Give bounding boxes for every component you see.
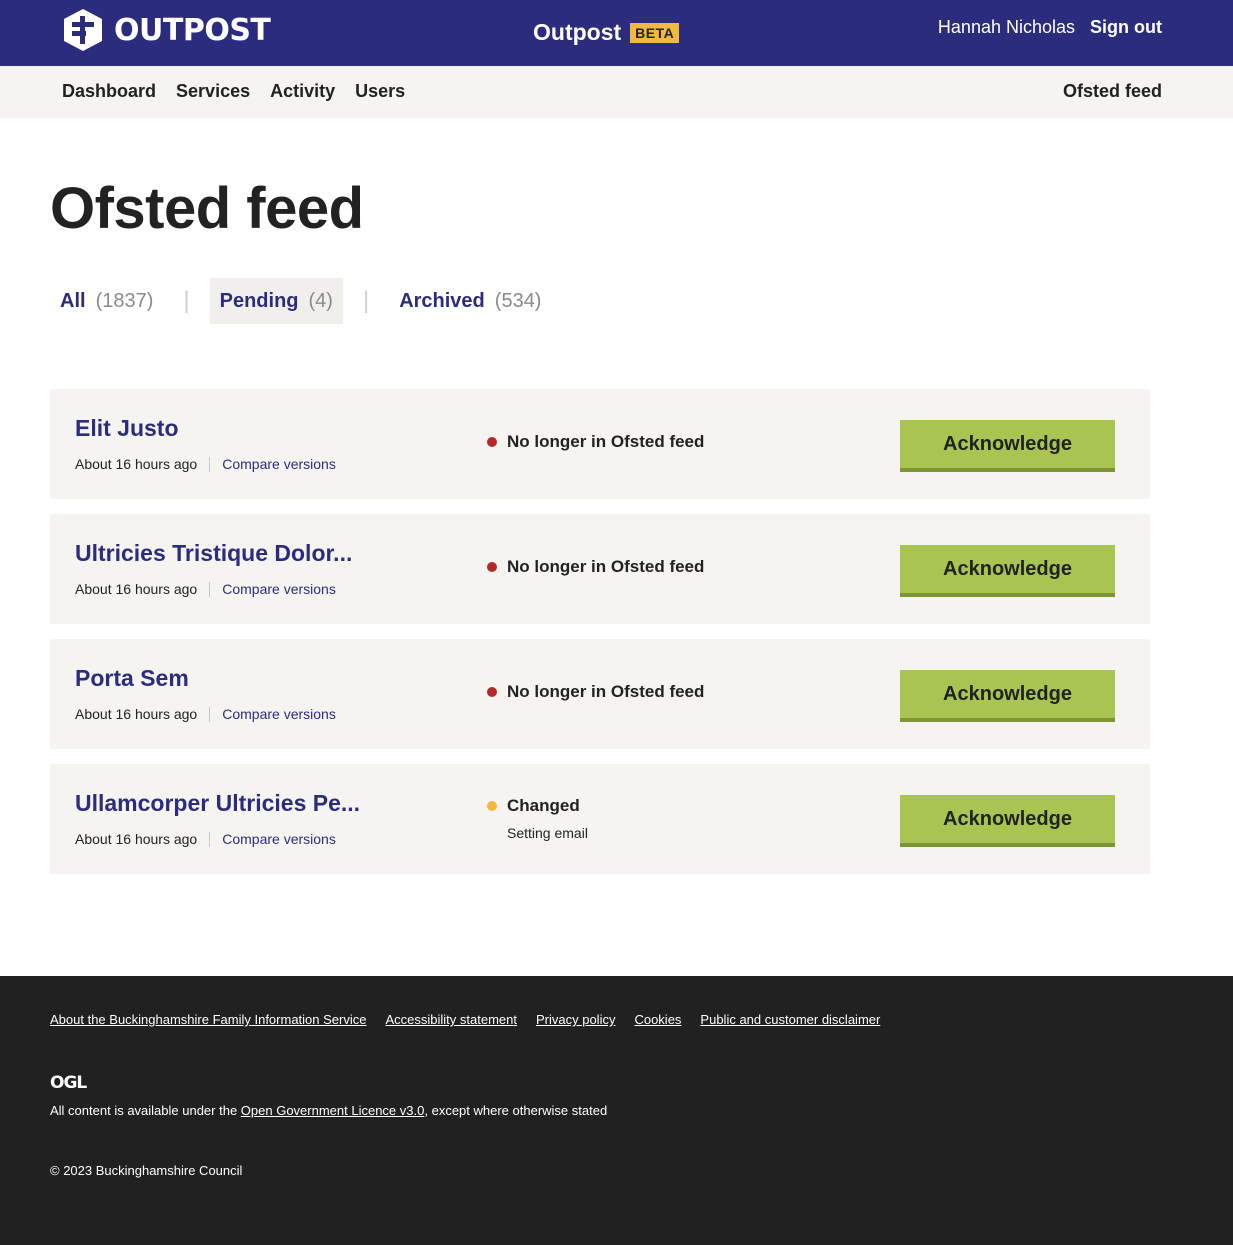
licence-text: All content is available under the Open … (50, 1103, 607, 1118)
primary-nav: Dashboard Services Activity Users Ofsted… (0, 66, 1233, 118)
footer-link-about[interactable]: About the Buckinghamshire Family Informa… (50, 1012, 366, 1027)
item-timestamp: About 16 hours ago (75, 706, 198, 722)
footer-link-cookies[interactable]: Cookies (634, 1012, 681, 1027)
compare-versions-link[interactable]: Compare versions (222, 831, 336, 847)
status-dot-icon (487, 562, 497, 572)
open-government-licence-link[interactable]: Open Government Licence v3.0 (241, 1103, 425, 1118)
footer-link-accessibility[interactable]: Accessibility statement (385, 1012, 517, 1027)
item-meta: About 16 hours ago Compare versions (75, 581, 336, 597)
status-text: No longer in Ofsted feed (507, 557, 705, 576)
tab-count: (4) (308, 289, 333, 312)
acknowledge-button[interactable]: Acknowledge (900, 545, 1115, 597)
outpost-logo[interactable]: OUTPOST (62, 8, 271, 52)
status-indicator: No longer in Ofsted feed (487, 432, 704, 452)
tab-label: All (60, 289, 86, 312)
tab-label: Pending (219, 289, 299, 312)
status-indicator: No longer in Ofsted feed (487, 682, 704, 702)
copyright: © 2023 Buckinghamshire Council (50, 1163, 243, 1178)
user-menu: Hannah Nicholas Sign out (938, 17, 1162, 38)
status-dot-icon (487, 437, 497, 447)
status-text: No longer in Ofsted feed (507, 432, 705, 451)
divider (209, 831, 211, 847)
site-header: OUTPOST Outpost BETA Hannah Nicholas Sig… (0, 0, 1233, 66)
tab-all[interactable]: All (1837) (50, 278, 163, 324)
tab-divider: | (183, 287, 190, 314)
list-item: Elit Justo About 16 hours ago Compare ve… (50, 389, 1150, 499)
divider (209, 706, 211, 722)
nav-item-activity[interactable]: Activity (270, 81, 335, 102)
status-text: Changed (507, 796, 580, 815)
service-name-link[interactable]: Porta Sem (75, 665, 189, 692)
page-title: Ofsted feed (50, 176, 364, 241)
status-dot-icon (487, 801, 497, 811)
footer-link-privacy[interactable]: Privacy policy (536, 1012, 615, 1027)
ogl-logo-icon: OGL (50, 1073, 88, 1090)
list-item: Ullamcorper Ultricies Pe... About 16 hou… (50, 764, 1150, 874)
tab-pending[interactable]: Pending (4) (209, 278, 343, 324)
item-timestamp: About 16 hours ago (75, 456, 198, 472)
feed-list: Elit Justo About 16 hours ago Compare ve… (50, 389, 1150, 889)
status-text: No longer in Ofsted feed (507, 682, 705, 701)
service-name-link[interactable]: Ultricies Tristique Dolor... (75, 540, 352, 567)
licence-suffix: , except where otherwise stated (424, 1103, 608, 1118)
item-timestamp: About 16 hours ago (75, 831, 198, 847)
sign-out-link[interactable]: Sign out (1090, 17, 1162, 38)
acknowledge-button[interactable]: Acknowledge (900, 795, 1115, 847)
status-indicator: No longer in Ofsted feed (487, 557, 704, 577)
footer-link-disclaimer[interactable]: Public and customer disclaimer (700, 1012, 880, 1027)
item-meta: About 16 hours ago Compare versions (75, 456, 336, 472)
logo-text: OUTPOST (114, 12, 271, 48)
compare-versions-link[interactable]: Compare versions (222, 581, 336, 597)
status-indicator: Changed (487, 796, 580, 816)
user-name[interactable]: Hannah Nicholas (938, 17, 1075, 38)
ogl-logo-text: OGL (50, 1073, 87, 1090)
compare-versions-link[interactable]: Compare versions (222, 706, 336, 722)
outpost-logo-icon (64, 9, 102, 51)
item-meta: About 16 hours ago Compare versions (75, 706, 336, 722)
nav-item-services[interactable]: Services (176, 81, 250, 102)
status-dot-icon (487, 687, 497, 697)
acknowledge-button[interactable]: Acknowledge (900, 420, 1115, 472)
list-item: Porta Sem About 16 hours ago Compare ver… (50, 639, 1150, 749)
tab-archived[interactable]: Archived (534) (389, 278, 551, 324)
tab-count: (1837) (95, 289, 154, 312)
service-name-link[interactable]: Ullamcorper Ultricies Pe... (75, 790, 360, 817)
item-meta: About 16 hours ago Compare versions (75, 831, 336, 847)
site-footer: About the Buckinghamshire Family Informa… (0, 976, 1233, 1245)
nav-item-users[interactable]: Users (355, 81, 405, 102)
acknowledge-button[interactable]: Acknowledge (900, 670, 1115, 722)
licence-prefix: All content is available under the (50, 1103, 241, 1118)
status-detail: Setting email (507, 825, 588, 841)
compare-versions-link[interactable]: Compare versions (222, 456, 336, 472)
tab-label: Archived (399, 289, 485, 312)
nav-item-ofsted-feed[interactable]: Ofsted feed (1063, 81, 1162, 102)
list-item: Ultricies Tristique Dolor... About 16 ho… (50, 514, 1150, 624)
divider (209, 456, 211, 472)
divider (209, 581, 211, 597)
item-timestamp: About 16 hours ago (75, 581, 198, 597)
product-title: Outpost BETA (533, 19, 680, 46)
footer-links: About the Buckinghamshire Family Informa… (50, 1012, 899, 1027)
filter-tabs: All (1837) | Pending (4) | Archived (534… (50, 278, 551, 324)
nav-item-dashboard[interactable]: Dashboard (62, 81, 156, 102)
product-name: Outpost (533, 19, 622, 45)
service-name-link[interactable]: Elit Justo (75, 415, 179, 442)
tab-count: (534) (494, 289, 542, 312)
tab-divider: | (362, 287, 370, 314)
beta-badge: BETA (630, 22, 680, 43)
